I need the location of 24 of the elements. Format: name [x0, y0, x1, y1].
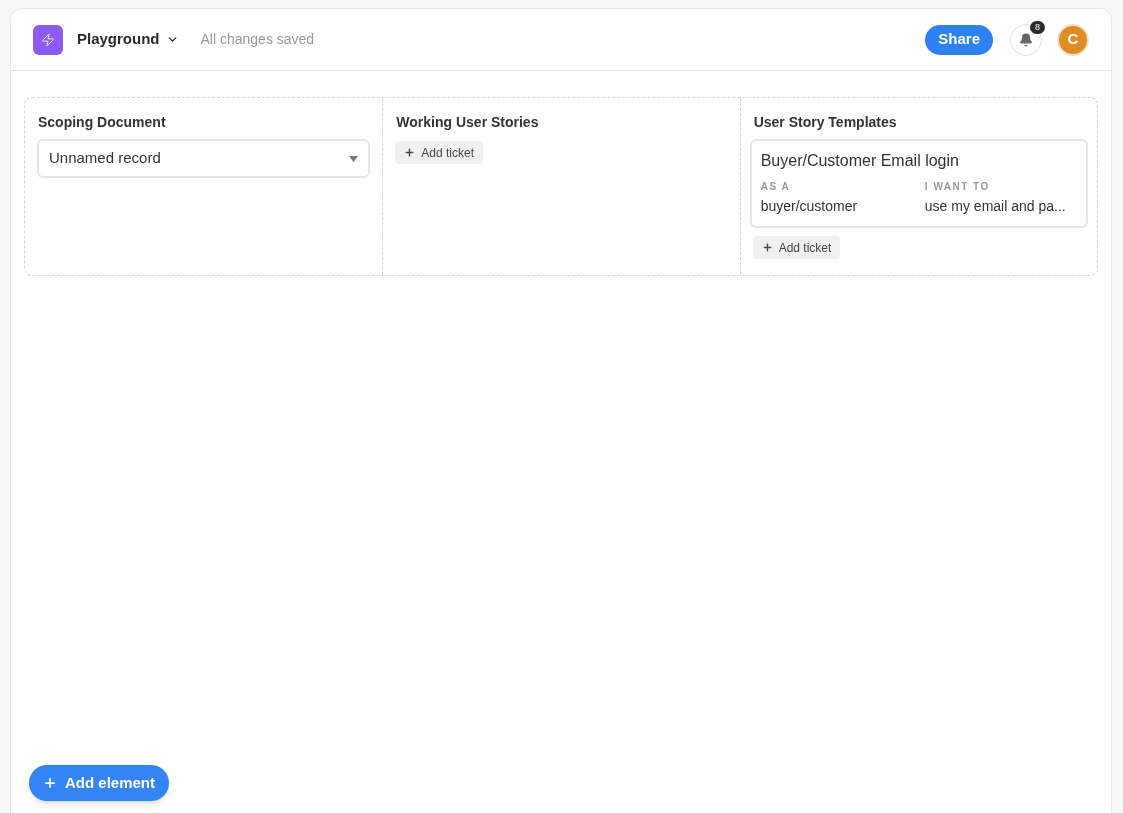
- field-value: buyer/customer: [760, 197, 859, 216]
- add-ticket-button[interactable]: Add ticket: [395, 141, 484, 164]
- ticket-card[interactable]: Buyer/Customer Email login AS A buyer/customer I WANT TO use my email and pa...: [749, 139, 1088, 228]
- add-ticket-button[interactable]: Add ticket: [752, 236, 841, 259]
- field-label: AS A: [760, 180, 792, 194]
- plus-icon: [761, 242, 773, 253]
- app-logo-icon: [33, 24, 63, 55]
- notification-badge: 8: [1030, 20, 1045, 34]
- save-status: All changes saved: [200, 30, 315, 49]
- column-title: User Story Templates: [752, 113, 898, 132]
- workspace-title[interactable]: Playground: [77, 28, 179, 51]
- notifications-button[interactable]: 8: [1010, 23, 1042, 56]
- field-value: use my email and pa...: [924, 197, 1067, 216]
- plus-icon: [43, 776, 57, 790]
- add-element-button[interactable]: Add element: [29, 765, 169, 801]
- column-title: Working User Stories: [395, 113, 540, 132]
- bell-icon: [1019, 32, 1033, 47]
- plus-icon: [404, 147, 416, 158]
- record-dropdown[interactable]: Unnamed record: [37, 139, 371, 178]
- column-title: Scoping Document: [37, 113, 167, 132]
- ticket-title: Buyer/Customer Email login: [760, 151, 960, 171]
- share-button[interactable]: Share: [925, 24, 993, 55]
- caret-icon: [349, 155, 359, 162]
- field-label: I WANT TO: [924, 180, 991, 194]
